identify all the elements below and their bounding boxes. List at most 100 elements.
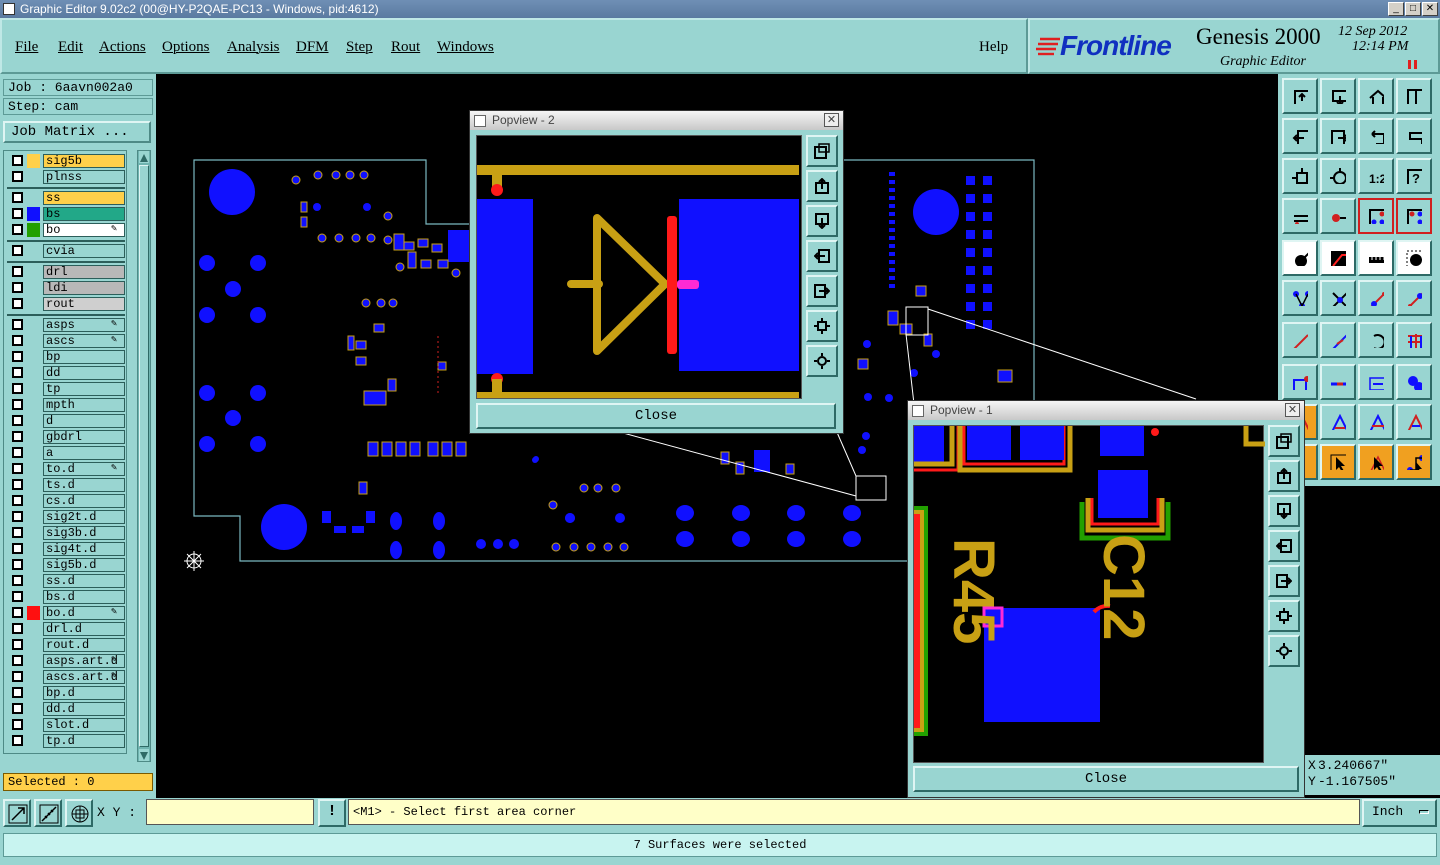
layer-row-bp-d[interactable]: bp.d (7, 686, 125, 700)
popview-2-close-button[interactable]: Close (476, 403, 836, 429)
layer-color-swatch[interactable] (27, 510, 40, 524)
layer-checkbox[interactable] (12, 575, 23, 586)
zoom-fit-icon[interactable] (1282, 158, 1318, 194)
layer-name[interactable]: a (43, 446, 125, 460)
layer-color-swatch[interactable] (27, 334, 40, 348)
popview-pan-up-icon[interactable] (1268, 460, 1300, 492)
connect-tool-icon[interactable] (1282, 280, 1318, 316)
copy-tool-icon[interactable] (1396, 364, 1432, 400)
menu-file[interactable]: File (15, 39, 38, 56)
layer-row-cs-d[interactable]: cs.d (7, 494, 125, 508)
layer-checkbox[interactable] (12, 703, 23, 714)
layer-color-swatch[interactable] (27, 430, 40, 444)
layer-row-d[interactable]: d (7, 414, 125, 428)
layer-name[interactable]: rout.d (43, 638, 125, 652)
layer-color-swatch[interactable] (27, 366, 40, 380)
layer-checkbox[interactable] (12, 527, 23, 538)
layer-checkbox[interactable] (12, 543, 23, 554)
popview-pan-down-icon[interactable] (806, 205, 838, 237)
grid-snap-icon[interactable] (65, 799, 93, 827)
layer-checkbox[interactable] (12, 463, 23, 474)
layer-color-swatch[interactable] (27, 542, 40, 556)
layer-checkbox[interactable] (12, 655, 23, 666)
popview-zoom-icon[interactable] (1268, 425, 1300, 457)
layer-color-swatch[interactable] (27, 414, 40, 428)
layer-checkbox[interactable] (12, 192, 23, 203)
layer-row-sig3b-d[interactable]: sig3b.d (7, 526, 125, 540)
layer-color-swatch[interactable] (27, 281, 40, 295)
layer-row-drl-d[interactable]: drl.d (7, 622, 125, 636)
layer-color-swatch[interactable] (27, 574, 40, 588)
layer-name[interactable]: sig5b.d (43, 558, 125, 572)
layer-color-swatch[interactable] (27, 297, 40, 311)
layer-name[interactable]: cs.d (43, 494, 125, 508)
layer-checkbox[interactable] (12, 155, 23, 166)
layer-row-cvia[interactable]: cvia (7, 244, 125, 258)
layer-name[interactable]: rout (43, 297, 125, 311)
popview-pan-right-icon[interactable] (1268, 565, 1300, 597)
layer-color-swatch[interactable] (27, 154, 40, 168)
layer-name[interactable]: drl.d (43, 622, 125, 636)
layer-row-bs-d[interactable]: bs.d (7, 590, 125, 604)
layer-row-a[interactable]: a (7, 446, 125, 460)
layer-checkbox[interactable] (12, 623, 23, 634)
layer-name[interactable]: ss (43, 191, 125, 205)
popview-1-titlebar[interactable]: Popview - 1 ✕ (908, 401, 1304, 420)
pan-left-icon[interactable] (1282, 118, 1318, 154)
triangle-tool-icon[interactable] (1320, 404, 1356, 440)
layer-name[interactable]: ss.d (43, 574, 125, 588)
slash-tool-icon[interactable] (1320, 322, 1356, 358)
popview-pan-up-icon[interactable] (806, 170, 838, 202)
layer-checkbox[interactable] (12, 415, 23, 426)
popview-fit-icon[interactable] (1268, 600, 1300, 632)
layer-checkbox[interactable] (12, 245, 23, 256)
layer-checkbox[interactable] (12, 687, 23, 698)
layer-name[interactable]: drl (43, 265, 125, 279)
popview-2-titlebar[interactable]: Popview - 2 ✕ (470, 111, 843, 130)
layer-row-plnss[interactable]: plnss (7, 170, 125, 184)
layer-name[interactable]: ts.d (43, 478, 125, 492)
layer-color-swatch[interactable] (27, 382, 40, 396)
polygon-tool-icon[interactable] (1358, 404, 1394, 440)
layer-checkbox[interactable] (12, 224, 23, 235)
layer-checkbox[interactable] (12, 639, 23, 650)
split-view-icon[interactable] (1396, 78, 1432, 114)
layer-row-mpth[interactable]: mpth (7, 398, 125, 412)
popview-2-canvas[interactable] (476, 135, 802, 399)
layer-color-swatch[interactable] (27, 638, 40, 652)
layer-name[interactable]: sig5b (43, 154, 125, 168)
layer-color-swatch[interactable] (27, 590, 40, 604)
layer-checkbox[interactable] (12, 335, 23, 346)
layer-checkbox[interactable] (12, 351, 23, 362)
layer-row-asps-art-d[interactable]: asps.art.d ✎ (7, 654, 125, 668)
align-tool-icon[interactable] (1358, 364, 1394, 400)
layer-name[interactable]: bp (43, 350, 125, 364)
popview-fit-icon[interactable] (806, 310, 838, 342)
layer-row-ldi[interactable]: ldi (7, 281, 125, 295)
units-select[interactable]: Inch (1362, 799, 1437, 827)
layer-color-swatch[interactable] (27, 318, 40, 332)
measure-area-icon[interactable] (34, 799, 62, 827)
zoom-area-icon[interactable] (3, 799, 31, 827)
fill-tool-icon[interactable] (1396, 404, 1432, 440)
layer-row-bp[interactable]: bp (7, 350, 125, 364)
layer-checkbox[interactable] (12, 399, 23, 410)
layer-row-ascs[interactable]: ascs ✎ (7, 334, 125, 348)
layer-name[interactable]: d (43, 414, 125, 428)
zoom-one-to-two-icon[interactable]: 1:2 (1358, 158, 1394, 194)
layer-color-swatch[interactable] (27, 670, 40, 684)
xy-input[interactable] (146, 799, 314, 825)
layer-name[interactable]: tp.d (43, 734, 125, 748)
layer-color-swatch[interactable] (27, 494, 40, 508)
layer-checkbox[interactable] (12, 735, 23, 746)
menu-edit[interactable]: Edit (58, 39, 83, 56)
layer-color-swatch[interactable] (27, 265, 40, 279)
net-pointer-icon[interactable] (1396, 444, 1432, 480)
layer-name[interactable]: sig2t.d (43, 510, 125, 524)
popview-1-close-icon[interactable]: ✕ (1285, 403, 1300, 417)
layer-name[interactable]: tp (43, 382, 125, 396)
layer-color-swatch[interactable] (27, 558, 40, 572)
layer-checkbox[interactable] (12, 671, 23, 682)
open-step-icon[interactable] (1282, 78, 1318, 114)
resize-tool-icon[interactable] (1282, 364, 1318, 400)
